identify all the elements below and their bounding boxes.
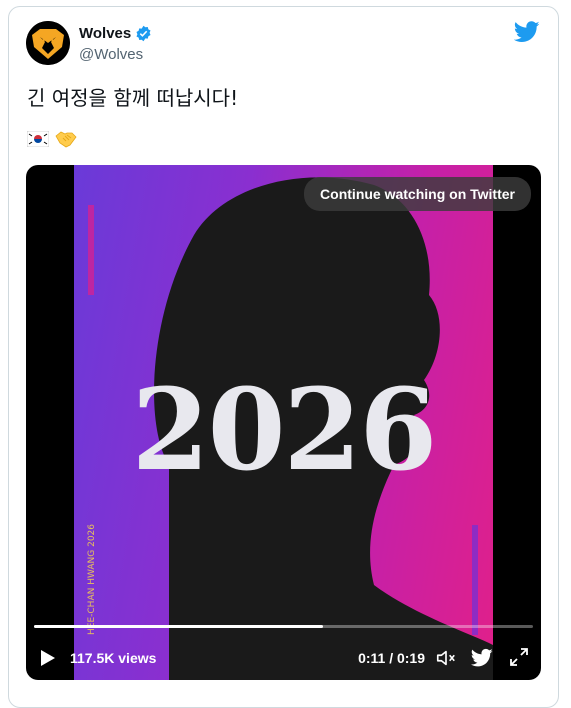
avatar[interactable]: [26, 21, 70, 65]
progress-fill: [34, 625, 324, 628]
svg-text:HEE-CHAN HWANG 2026: HEE-CHAN HWANG 2026: [87, 524, 97, 635]
author-name[interactable]: Wolves: [79, 25, 152, 42]
wolves-logo-icon: [26, 21, 70, 65]
video-time: 0:11 / 0:19: [358, 650, 425, 666]
author-name-text: Wolves: [79, 25, 132, 42]
verified-badge-icon: [136, 25, 151, 42]
author-handle[interactable]: @Wolves: [79, 46, 143, 63]
twitter-bird-icon[interactable]: [514, 21, 540, 43]
video-controls: 117.5K views 0:11 / 0:19: [26, 643, 541, 673]
continue-watching-button[interactable]: Continue watching on Twitter: [304, 177, 531, 211]
view-count: 117.5K views: [70, 650, 157, 666]
progress-bar[interactable]: [34, 625, 533, 628]
volume-muted-icon[interactable]: [435, 647, 457, 669]
twitter-bird-icon[interactable]: [471, 648, 493, 668]
fullscreen-icon[interactable]: [509, 647, 529, 667]
poster-year: 2026: [131, 365, 438, 496]
emoji-row: [27, 129, 77, 149]
tweet-text: 긴 여정을 함께 떠납시다!: [27, 86, 239, 110]
handshake-icon: [55, 131, 77, 148]
play-icon[interactable]: [40, 649, 56, 667]
kr-flag-icon: [27, 131, 49, 147]
tweet-card: Wolves @Wolves 긴 여정을 함께 떠납시다! HEE-CHAN H…: [8, 6, 559, 708]
video-poster: HEE-CHAN HWANG 2026 2026: [74, 165, 493, 680]
video-player[interactable]: HEE-CHAN HWANG 2026 2026 Continue watchi…: [26, 165, 541, 680]
